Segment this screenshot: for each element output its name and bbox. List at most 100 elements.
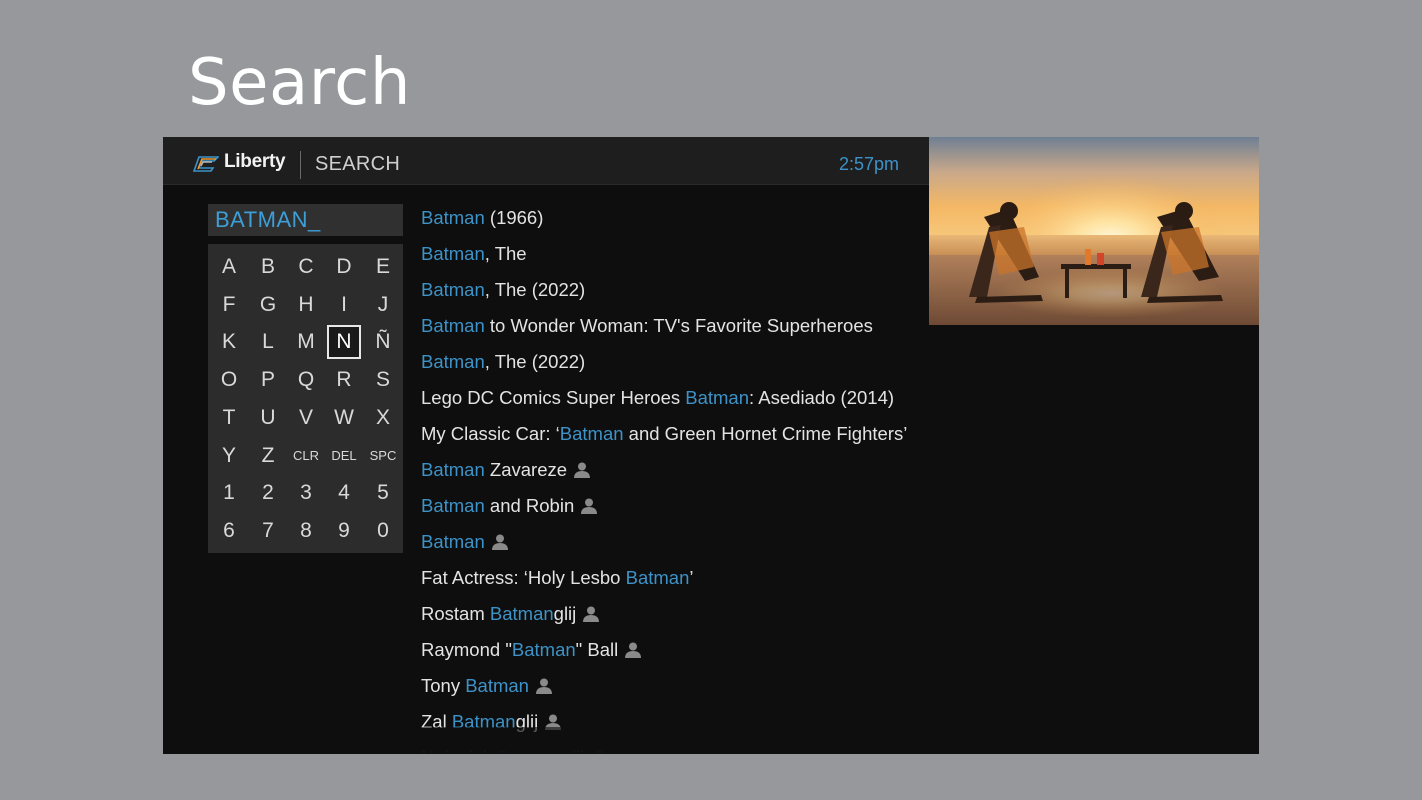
onscreen-keyboard: A B C D E F G H I J K L M N Ñ O P Q R S T U V W X Y Z CLR DEL SPC 1 2 3 4… xyxy=(208,244,403,553)
search-result-item[interactable]: Batman (1966) xyxy=(421,205,921,241)
person-icon xyxy=(580,496,598,522)
key-1[interactable]: 1 xyxy=(212,476,246,510)
result-match-text: Batman xyxy=(421,459,485,480)
result-text: (1966) xyxy=(484,207,544,228)
key-q[interactable]: Q xyxy=(289,363,323,397)
result-match-text: Batman xyxy=(421,243,485,264)
key-e[interactable]: E xyxy=(366,250,400,284)
key-0[interactable]: 0 xyxy=(366,514,400,548)
key-9[interactable]: 9 xyxy=(327,514,361,548)
tv-screen: Liberty S E A R CH 2:57pm BATMAN_ A B C D E … xyxy=(163,137,1259,754)
person-icon xyxy=(535,676,553,702)
search-result-item[interactable]: Tony Batman xyxy=(421,673,921,709)
key-p[interactable]: P xyxy=(251,363,285,397)
header-divider xyxy=(300,151,301,179)
search-result-item[interactable]: Raymond "Batman" Ball xyxy=(421,637,921,673)
beach-sunset-image xyxy=(929,137,1259,325)
result-text: Rostam xyxy=(421,603,490,624)
key-del[interactable]: DEL xyxy=(327,439,361,473)
key-ñ[interactable]: Ñ xyxy=(366,325,400,359)
result-text: Lego DC Comics Super Heroes xyxy=(421,387,686,408)
result-match-text: Batman xyxy=(421,207,485,228)
result-match-text: Batman xyxy=(685,387,750,408)
search-results-list: Batman (1966) Batman, The Batman, The (202… xyxy=(421,205,921,754)
result-match-text: Batman xyxy=(625,567,690,588)
key-d[interactable]: D xyxy=(327,250,361,284)
result-match-text: Batman xyxy=(465,675,529,696)
key-c[interactable]: C xyxy=(289,250,323,284)
result-text: Fat Actress: ‘Holy Lesbo xyxy=(421,567,626,588)
person-icon xyxy=(582,604,600,630)
key-h[interactable]: H xyxy=(289,288,323,322)
result-text: and Green Hornet Crime Fighters’ xyxy=(623,423,908,444)
search-result-item[interactable]: Lego DC Comics Super Heroes Batman: Ased… xyxy=(421,385,921,421)
search-result-item[interactable]: Batman xyxy=(421,529,921,565)
result-text: , The (2022) xyxy=(484,279,586,300)
key-o[interactable]: O xyxy=(212,363,246,397)
search-result-item[interactable]: Batman Zavareze xyxy=(421,457,921,493)
person-icon xyxy=(491,532,509,558)
result-text: Zavareze xyxy=(484,459,568,480)
key-s[interactable]: S xyxy=(366,363,400,397)
top-bar: Liberty SEARCH 2:57pm xyxy=(163,137,929,185)
key-spc[interactable]: SPC xyxy=(366,439,400,473)
key-x[interactable]: X xyxy=(366,401,400,435)
key-8[interactable]: 8 xyxy=(289,514,323,548)
search-result-item[interactable]: Batman and Robin xyxy=(421,493,921,529)
key-w[interactable]: W xyxy=(327,401,361,435)
search-query-text: BATMAN_ xyxy=(215,207,321,232)
key-z[interactable]: Z xyxy=(251,439,285,473)
key-5[interactable]: 5 xyxy=(366,476,400,510)
key-v[interactable]: V xyxy=(289,401,323,435)
result-text: Tony xyxy=(421,675,466,696)
result-text: " Ball xyxy=(575,639,619,660)
result-text: My Classic Car: ‘ xyxy=(421,423,560,444)
key-clr[interactable]: CLR xyxy=(289,439,323,473)
search-result-item[interactable]: Batman, The xyxy=(421,241,921,277)
result-match-text: Batman xyxy=(511,639,576,660)
search-result-item[interactable]: Rostam Batmanglij xyxy=(421,601,921,637)
search-result-item[interactable]: My Classic Car: ‘Batman and Green Hornet… xyxy=(421,421,921,457)
key-m[interactable]: M xyxy=(289,325,323,359)
result-match-text: Batman xyxy=(421,351,485,372)
key-i[interactable]: I xyxy=(327,288,361,322)
result-text: , The (2022) xyxy=(484,351,586,372)
result-match-text: Batman xyxy=(421,531,485,552)
search-result-item[interactable]: Batman, The (2022) xyxy=(421,349,921,385)
search-result-item[interactable]: Fat Actress: ‘Holy Lesbo Batman’ xyxy=(421,565,921,601)
result-text: to Wonder Woman: TV's Favorite Superhero… xyxy=(484,315,873,336)
result-text: ’ xyxy=(689,567,694,588)
result-match-text: Batman xyxy=(421,279,485,300)
key-g[interactable]: G xyxy=(251,288,285,322)
key-r[interactable]: R xyxy=(327,363,361,397)
key-n[interactable]: N xyxy=(327,325,361,360)
clock: 2:57pm xyxy=(838,154,899,174)
key-b[interactable]: B xyxy=(251,250,285,284)
key-a[interactable]: A xyxy=(212,250,246,284)
key-6[interactable]: 6 xyxy=(212,514,246,548)
key-7[interactable]: 7 xyxy=(251,514,285,548)
key-f[interactable]: F xyxy=(212,288,246,322)
result-text: : Asediado (2014) xyxy=(749,387,895,408)
result-text: Raymond " xyxy=(421,639,512,660)
search-input[interactable]: BATMAN_ xyxy=(208,204,403,236)
search-result-item[interactable]: Batman to Wonder Woman: TV's Favorite Su… xyxy=(421,313,921,349)
key-3[interactable]: 3 xyxy=(289,476,323,510)
key-j[interactable]: J xyxy=(366,288,400,322)
list-fade-overlay xyxy=(403,727,929,754)
result-text: glij xyxy=(553,603,577,624)
key-u[interactable]: U xyxy=(251,401,285,435)
key-y[interactable]: Y xyxy=(212,439,246,473)
preview-image xyxy=(929,137,1259,325)
brand-name: Liberty xyxy=(224,151,286,172)
key-l[interactable]: L xyxy=(251,325,285,359)
result-match-text: Batman xyxy=(421,315,485,336)
key-2[interactable]: 2 xyxy=(251,476,285,510)
key-t[interactable]: T xyxy=(212,401,246,435)
result-match-text: Batman xyxy=(559,423,624,444)
key-4[interactable]: 4 xyxy=(327,476,361,510)
result-text: and Robin xyxy=(484,495,575,516)
key-k[interactable]: K xyxy=(212,325,246,359)
person-icon xyxy=(573,460,591,486)
search-result-item[interactable]: Batman, The (2022) xyxy=(421,277,921,313)
